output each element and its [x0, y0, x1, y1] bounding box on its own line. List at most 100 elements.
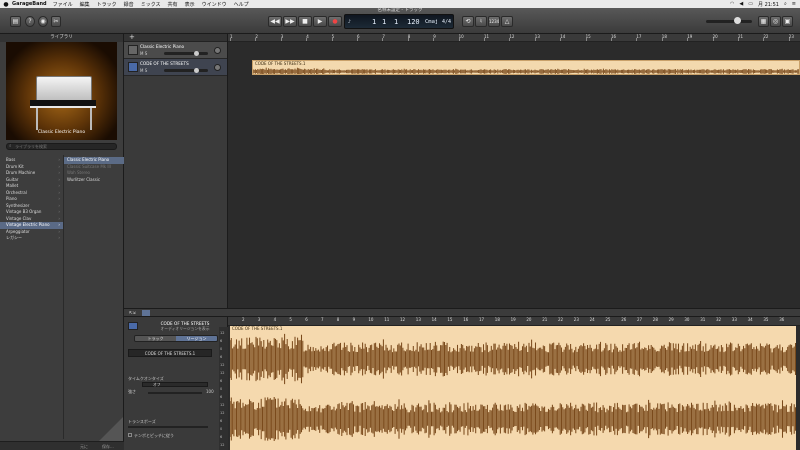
menu-track[interactable]: トラック: [97, 1, 117, 8]
arrange-area[interactable]: 1 2 3 4 5 6 7 8 9 10 11 12 13 14 15 16 17 18 19 20 21 22 23 CO…: [228, 34, 800, 308]
tab-region[interactable]: リージョン: [176, 336, 217, 341]
spotlight-icon[interactable]: ⌕: [784, 1, 787, 7]
track-mute-solo[interactable]: M S: [140, 51, 147, 56]
rewind-button[interactable]: ◀◀: [268, 16, 282, 27]
editor-tabs: トラック リージョン: [134, 335, 218, 342]
library-footer: 元に 保存...: [0, 441, 124, 450]
lcd-key: Cmaj: [425, 19, 439, 25]
menu-file[interactable]: ファイル: [53, 1, 73, 8]
region-name-field[interactable]: CODE OF THE STREETS.1: [128, 349, 212, 357]
stop-button[interactable]: ■: [298, 16, 312, 27]
slider-knob[interactable]: [194, 51, 199, 56]
track-volume-slider[interactable]: [164, 68, 208, 73]
chevron-right-icon: ›: [58, 235, 60, 240]
editor-audio-region[interactable]: CODE OF THE STREETS.1: [230, 326, 796, 450]
follow-tempo-checkbox-label[interactable]: テンポとピッチに従う: [134, 433, 174, 439]
editor-ruler-number: 28: [652, 317, 658, 322]
tuner-button[interactable]: ♮: [475, 16, 487, 27]
patch-list: Classic Electric Piano Classic Suitcase …: [64, 155, 124, 439]
apple-menu-icon[interactable]: ●: [0, 1, 12, 8]
smart-controls-button[interactable]: ◉: [38, 16, 48, 27]
patch-item[interactable]: Wurlitzer Classic: [64, 177, 124, 184]
notepad-button[interactable]: ▦: [758, 16, 769, 27]
track-mute-solo[interactable]: M S: [140, 68, 147, 73]
tab-track[interactable]: トラック: [135, 336, 176, 341]
follow-tempo-checkbox[interactable]: [128, 433, 132, 437]
lcd-display[interactable]: ♪ 1 1 1 120 Cmaj 4/4: [344, 14, 454, 29]
editor-ruler-number: 22: [558, 317, 564, 322]
menu-record[interactable]: 録音: [124, 1, 134, 8]
editor-tool-icon[interactable]: ⇱⇲: [129, 310, 136, 315]
metronome-button[interactable]: △: [501, 16, 513, 27]
battery-icon[interactable]: ▭: [748, 1, 753, 7]
library-search-input[interactable]: ⌕ ライブラリを検索: [6, 143, 117, 150]
track-pan-knob[interactable]: [214, 64, 221, 71]
audio-editor[interactable]: 2 3 4 5 6 7 8 9 10 11 12 13 14 15 16 17 18 19 20 21 22 23 24 25…: [228, 317, 800, 450]
ruler-tick: [382, 38, 384, 41]
db-tick-label: 12: [220, 443, 225, 447]
piano-icon: [128, 45, 138, 55]
library-button[interactable]: ▤: [10, 16, 21, 27]
audio-region[interactable]: CODE OF THE STREETS.1: [252, 60, 800, 75]
editor-mode-button[interactable]: [142, 310, 150, 316]
play-button[interactable]: ▶: [313, 16, 327, 27]
ruler-tick: [357, 38, 358, 41]
revert-button[interactable]: 元に: [80, 444, 88, 450]
strength-slider[interactable]: [148, 392, 202, 394]
menu-help[interactable]: ヘルプ: [234, 1, 249, 8]
editor-subtitle: オーディオリージョンを表示: [160, 326, 210, 331]
timeline-ruler[interactable]: 1 2 3 4 5 6 7 8 9 10 11 12 13 14 15 16 17 18 19 20 21 22 23: [228, 34, 800, 42]
editor-ruler-number: 32: [716, 317, 722, 322]
menu-window[interactable]: ウインドウ: [202, 1, 227, 8]
db-tick-label: 6: [220, 355, 223, 359]
db-tick-label: 6: [220, 435, 223, 439]
save-button[interactable]: 保存...: [102, 444, 114, 450]
editor-ruler-number: 8: [336, 317, 340, 322]
cycle-button[interactable]: ⟲: [462, 16, 474, 27]
app-menu[interactable]: GarageBand: [12, 1, 47, 7]
search-icon: ⌕: [9, 144, 12, 149]
volume-knob[interactable]: [734, 17, 741, 24]
menu-mix[interactable]: ミックス: [141, 1, 161, 8]
loop-browser-button[interactable]: ◎: [770, 16, 781, 27]
piano-leg: [36, 108, 38, 130]
time-quantize-select[interactable]: オフ: [142, 382, 208, 387]
add-track-button[interactable]: +: [129, 34, 135, 41]
waveform-icon: [128, 62, 138, 72]
clock[interactable]: 月 21:51: [758, 1, 779, 8]
track-header[interactable]: Classic Electric Piano M S: [124, 42, 227, 59]
notification-icon[interactable]: ≡: [792, 1, 796, 7]
wifi-icon[interactable]: ◠: [730, 1, 734, 7]
electric-piano-icon: [36, 76, 92, 102]
editors-button[interactable]: ✂: [51, 16, 61, 27]
menu-share[interactable]: 共有: [168, 1, 178, 8]
track-volume-slider[interactable]: [164, 51, 208, 56]
track-header-toolbar: +: [124, 34, 227, 42]
menu-view[interactable]: 表示: [185, 1, 195, 8]
track-header[interactable]: CODE OF THE STREETS M S: [124, 59, 227, 76]
editor-divider[interactable]: ⇱⇲: [124, 308, 800, 317]
count-in-button[interactable]: 1234: [488, 16, 500, 27]
help-button[interactable]: ?: [25, 16, 35, 27]
editor-ruler-number: 23: [573, 317, 579, 322]
category-item[interactable]: レガシー ›: [0, 235, 63, 242]
transpose-slider[interactable]: [128, 426, 208, 428]
track-headers: + Classic Electric Piano M S CODE OF THE…: [124, 34, 228, 308]
slider-knob[interactable]: [194, 68, 199, 73]
record-button[interactable]: ●: [328, 16, 342, 27]
region-name: CODE OF THE STREETS.1: [255, 61, 306, 66]
editor-ruler-number: 36: [779, 317, 785, 322]
ruler-tick: [712, 38, 714, 41]
menu-edit[interactable]: 編集: [80, 1, 90, 8]
db-tick-label: 6: [220, 379, 223, 383]
track-pan-knob[interactable]: [214, 47, 221, 54]
db-tick-label: 6: [220, 419, 223, 423]
library-header: ライブラリ: [0, 34, 123, 42]
master-volume-slider[interactable]: [706, 17, 752, 24]
media-browser-button[interactable]: ▣: [782, 16, 793, 27]
editor-ruler[interactable]: 2 3 4 5 6 7 8 9 10 11 12 13 14 15 16 17 18 19 20 21 22 23 24 25…: [228, 317, 800, 326]
knob-icon: ◉: [40, 18, 46, 25]
ruler-tick: [433, 38, 435, 41]
volume-icon[interactable]: ◀: [739, 1, 743, 7]
forward-button[interactable]: ▶▶: [283, 16, 297, 27]
